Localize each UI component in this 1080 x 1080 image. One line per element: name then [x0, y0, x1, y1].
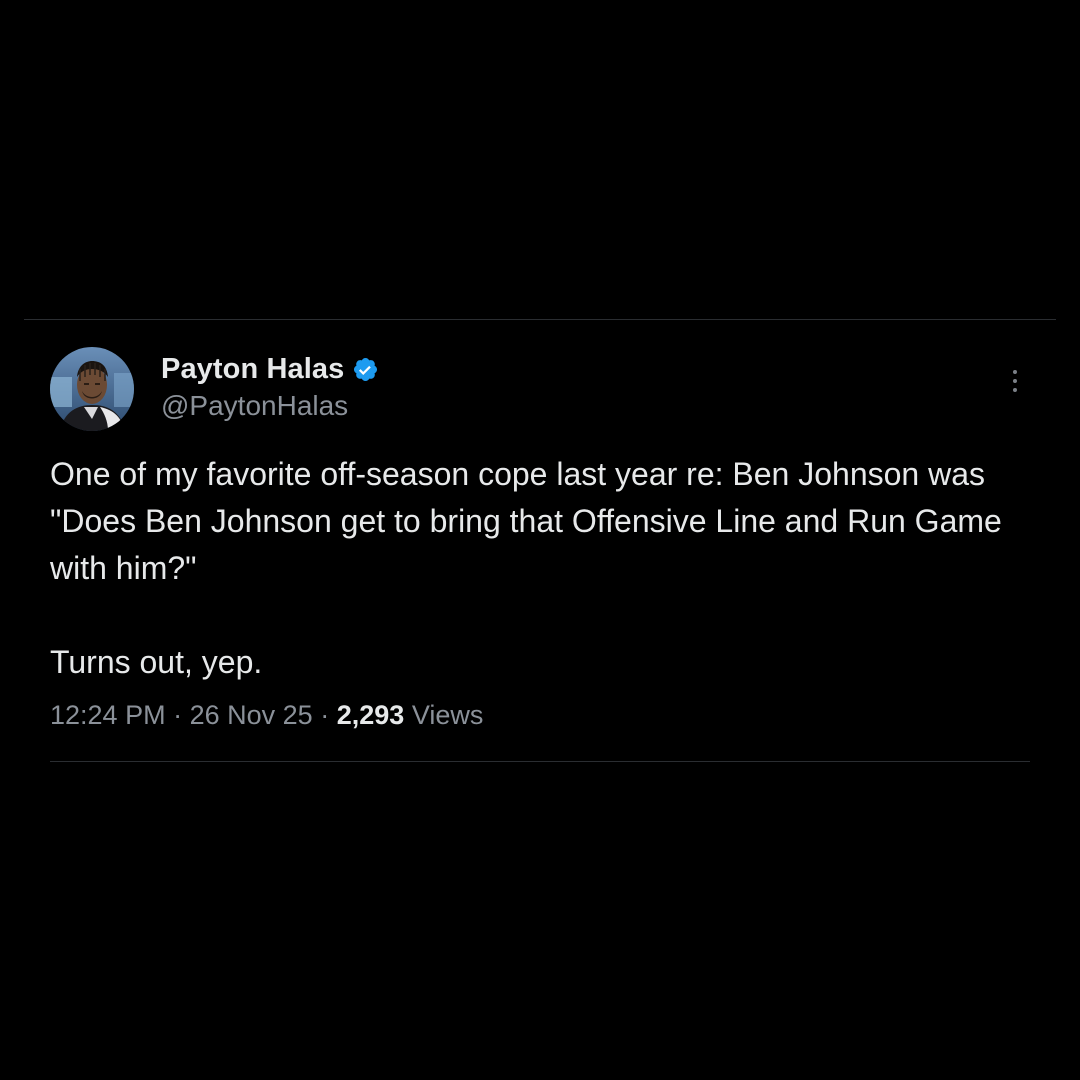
- tweet-paragraph-1: One of my favorite off-season cope last …: [50, 456, 1002, 586]
- tweet-paragraph-2: Turns out, yep.: [50, 644, 263, 680]
- bottom-divider: [50, 761, 1030, 762]
- tweet-header: Payton Halas @PaytonHalas: [50, 346, 1040, 432]
- meta-separator: ·: [320, 700, 330, 730]
- tweet-meta: 12:24 PM · 26 Nov 25 · 2,293 Views: [50, 700, 1040, 731]
- tweet-date[interactable]: 26 Nov 25: [190, 700, 313, 730]
- tweet[interactable]: Payton Halas @PaytonHalas One of my favo…: [50, 346, 1040, 731]
- more-dot: [1013, 370, 1017, 374]
- tweet-text: One of my favorite off-season cope last …: [50, 451, 1040, 686]
- views-label: Views: [411, 700, 484, 730]
- author-identity: Payton Halas @PaytonHalas: [161, 351, 379, 422]
- author-handle[interactable]: @PaytonHalas: [161, 390, 379, 422]
- display-name[interactable]: Payton Halas: [161, 353, 344, 386]
- more-dot: [1013, 379, 1017, 383]
- more-dot: [1013, 388, 1017, 392]
- tweet-time[interactable]: 12:24 PM: [50, 700, 166, 730]
- name-row: Payton Halas: [161, 351, 379, 389]
- verified-badge-icon: [352, 356, 379, 383]
- avatar[interactable]: [50, 347, 134, 431]
- avatar-image: [50, 347, 134, 431]
- views-count: 2,293: [336, 700, 405, 730]
- top-divider: [24, 319, 1056, 320]
- more-options-icon[interactable]: [1000, 364, 1030, 398]
- meta-separator: ·: [173, 700, 183, 730]
